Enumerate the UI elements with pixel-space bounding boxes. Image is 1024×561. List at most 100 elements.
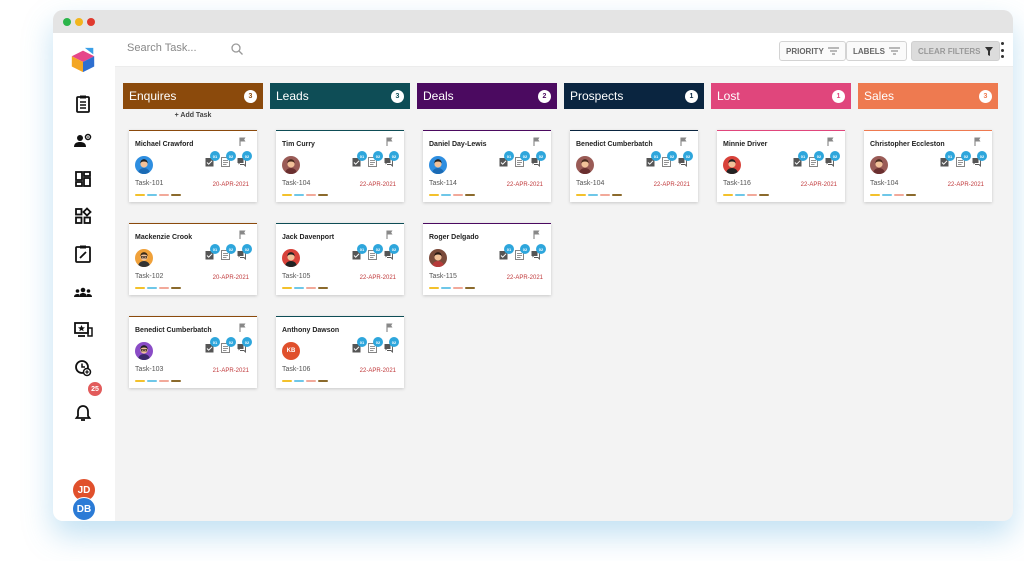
label-chip[interactable] (306, 380, 316, 382)
document-icon[interactable]: 02 (221, 244, 236, 260)
card-avatar[interactable]: KB (282, 342, 300, 360)
label-chip[interactable] (600, 194, 610, 196)
labels-filter-button[interactable]: LABELS (846, 41, 907, 61)
column-header[interactable]: Enquires 3 (123, 83, 263, 109)
flag-icon[interactable] (386, 230, 394, 239)
flag-icon[interactable] (239, 230, 247, 239)
card-avatar[interactable] (723, 156, 741, 174)
task-card[interactable]: Jack Davenport 01 02 02 Task-105 22-APR-2021 (276, 223, 404, 295)
label-chip[interactable] (747, 194, 757, 196)
card-avatar[interactable] (135, 342, 153, 360)
label-chip[interactable] (429, 287, 439, 289)
window-minimize-dot[interactable] (75, 17, 83, 26)
clear-filters-button[interactable]: CLEAR FILTERS (911, 41, 1000, 61)
column-header[interactable]: Sales 3 (858, 83, 998, 109)
card-avatar[interactable] (576, 156, 594, 174)
task-card[interactable]: Christopher Eccleston 01 02 02 Task-104 22-AP… (864, 130, 992, 202)
document-icon[interactable]: 02 (368, 337, 383, 353)
apps-icon[interactable] (70, 203, 96, 229)
flag-icon[interactable] (974, 137, 982, 146)
document-icon[interactable]: 02 (809, 151, 824, 167)
user-avatar-db[interactable]: DB (72, 497, 96, 521)
label-chip[interactable] (588, 194, 598, 196)
label-chip[interactable] (294, 287, 304, 289)
logo-icon[interactable] (68, 45, 98, 75)
label-chip[interactable] (453, 194, 463, 196)
document-icon[interactable]: 02 (221, 151, 236, 167)
label-chip[interactable] (147, 287, 157, 289)
label-chip[interactable] (882, 194, 892, 196)
flag-icon[interactable] (533, 230, 541, 239)
label-chip[interactable] (735, 194, 745, 196)
checklist-icon[interactable]: 01 (499, 244, 514, 260)
chat-icon[interactable]: 02 (384, 337, 399, 353)
card-avatar[interactable] (282, 156, 300, 174)
label-chip[interactable] (318, 194, 328, 196)
search-input[interactable] (127, 42, 237, 54)
task-card[interactable]: Mackenzie Crook 01 02 02 Task-102 20-APR-2021 (129, 223, 257, 295)
label-chip[interactable] (294, 194, 304, 196)
screen-star-icon[interactable] (70, 317, 96, 343)
checklist-icon[interactable]: 01 (940, 151, 955, 167)
chat-icon[interactable]: 02 (237, 337, 252, 353)
label-chip[interactable] (906, 194, 916, 196)
label-chip[interactable] (171, 287, 181, 289)
card-avatar[interactable] (135, 249, 153, 267)
document-icon[interactable]: 02 (515, 151, 530, 167)
label-chip[interactable] (318, 287, 328, 289)
card-avatar[interactable] (429, 156, 447, 174)
label-chip[interactable] (282, 287, 292, 289)
more-options-icon[interactable] (999, 42, 1005, 58)
label-chip[interactable] (294, 380, 304, 382)
chat-icon[interactable]: 02 (531, 244, 546, 260)
label-chip[interactable] (465, 194, 475, 196)
label-chip[interactable] (894, 194, 904, 196)
label-chip[interactable] (441, 194, 451, 196)
label-chip[interactable] (135, 194, 145, 196)
column-header[interactable]: Leads 3 (270, 83, 410, 109)
label-chip[interactable] (465, 287, 475, 289)
clipboard-icon[interactable] (70, 91, 96, 117)
label-chip[interactable] (135, 380, 145, 382)
column-header[interactable]: Deals 2 (417, 83, 557, 109)
bell-icon[interactable] (70, 400, 96, 426)
label-chip[interactable] (282, 194, 292, 196)
label-chip[interactable] (870, 194, 880, 196)
flag-icon[interactable] (386, 323, 394, 332)
flag-icon[interactable] (680, 137, 688, 146)
flag-icon[interactable] (239, 137, 247, 146)
flag-icon[interactable] (386, 137, 394, 146)
search-icon[interactable] (230, 42, 244, 56)
checklist-icon[interactable]: 01 (499, 151, 514, 167)
chat-icon[interactable]: 02 (384, 151, 399, 167)
task-card[interactable]: Benedict Cumberbatch 01 02 02 Task-104 22-APR… (570, 130, 698, 202)
flag-icon[interactable] (239, 323, 247, 332)
task-card[interactable]: Benedict Cumberbatch 01 02 02 Task-103 21-APR… (129, 316, 257, 388)
label-chip[interactable] (612, 194, 622, 196)
task-card[interactable]: Daniel Day-Lewis 01 02 02 Task-114 22-APR-202… (423, 130, 551, 202)
label-chip[interactable] (147, 380, 157, 382)
chat-icon[interactable]: 02 (384, 244, 399, 260)
edit-task-icon[interactable] (70, 241, 96, 267)
chat-icon[interactable]: 02 (825, 151, 840, 167)
flag-icon[interactable] (533, 137, 541, 146)
dashboard-icon[interactable] (70, 166, 96, 192)
document-icon[interactable]: 02 (956, 151, 971, 167)
clock-plus-icon[interactable] (70, 355, 96, 381)
label-chip[interactable] (159, 287, 169, 289)
label-chip[interactable] (171, 380, 181, 382)
chat-icon[interactable]: 02 (237, 151, 252, 167)
checklist-icon[interactable]: 01 (205, 337, 220, 353)
checklist-icon[interactable]: 01 (793, 151, 808, 167)
checklist-icon[interactable]: 01 (205, 151, 220, 167)
label-chip[interactable] (441, 287, 451, 289)
task-card[interactable]: Tim Curry 01 02 02 Task-104 22-APR-2021 (276, 130, 404, 202)
label-chip[interactable] (306, 194, 316, 196)
checklist-icon[interactable]: 01 (205, 244, 220, 260)
label-chip[interactable] (159, 380, 169, 382)
label-chip[interactable] (759, 194, 769, 196)
checklist-icon[interactable]: 01 (352, 337, 367, 353)
document-icon[interactable]: 02 (221, 337, 236, 353)
chat-icon[interactable]: 02 (237, 244, 252, 260)
priority-filter-button[interactable]: PRIORITY (779, 41, 846, 61)
